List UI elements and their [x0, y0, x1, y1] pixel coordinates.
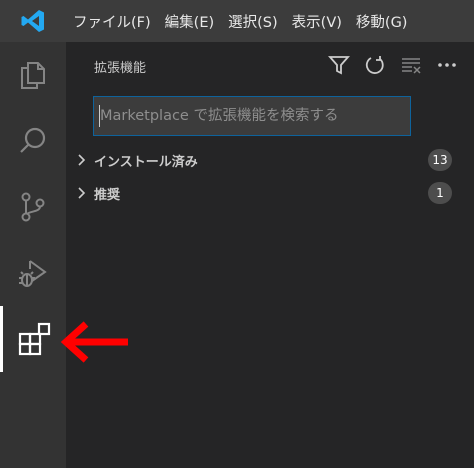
extensions-icon: [18, 322, 50, 356]
clear-results-button[interactable]: [398, 52, 424, 78]
menu-bar: ファイル(F) 編集(E) 選択(S) 表示(V) 移動(G): [66, 0, 414, 42]
activity-run-debug[interactable]: [0, 240, 66, 306]
search-icon: [20, 127, 46, 153]
filter-icon: [328, 56, 350, 75]
extensions-search-box: [93, 96, 411, 136]
vscode-logo-icon: [0, 0, 66, 42]
count-badge: 1: [428, 182, 452, 204]
refresh-button[interactable]: [362, 52, 388, 78]
menu-view[interactable]: 表示(V): [285, 0, 349, 42]
sidebar-title: 拡張機能: [94, 60, 147, 76]
run-debug-icon: [19, 260, 47, 287]
extensions-search-input[interactable]: [94, 97, 410, 135]
more-icon: [438, 63, 456, 67]
activity-bar: [0, 42, 66, 468]
section-label: 推奨: [94, 187, 121, 203]
menu-go[interactable]: 移動(G): [349, 0, 415, 42]
count-badge: 13: [428, 149, 452, 171]
arrow-left-icon: [60, 321, 128, 363]
text-cursor: [99, 105, 100, 127]
filter-button[interactable]: [326, 52, 352, 78]
source-control-icon: [21, 192, 45, 222]
more-actions-button[interactable]: [434, 52, 460, 78]
activity-extensions[interactable]: [0, 306, 66, 372]
menu-file[interactable]: ファイル(F): [66, 0, 158, 42]
menu-selection[interactable]: 選択(S): [221, 0, 285, 42]
chevron-right-icon: [75, 153, 89, 167]
explorer-icon: [21, 62, 45, 89]
sidebar-header: 拡張機能: [66, 42, 474, 90]
activity-search[interactable]: [0, 108, 66, 174]
activity-source-control[interactable]: [0, 174, 66, 240]
section-installed[interactable]: インストール済み 13: [66, 145, 474, 175]
extensions-sidebar: 拡張機能 Marketplace で拡張機能を検索する インストール済み 13 …: [66, 42, 474, 468]
chevron-right-icon: [75, 186, 89, 200]
refresh-icon: [365, 56, 384, 74]
section-label: インストール済み: [94, 154, 198, 170]
sidebar-actions: [326, 52, 460, 78]
activity-explorer[interactable]: [0, 42, 66, 108]
title-bar: ファイル(F) 編集(E) 選択(S) 表示(V) 移動(G): [0, 0, 474, 42]
clear-all-icon: [402, 58, 421, 74]
section-recommended[interactable]: 推奨 1: [66, 178, 474, 208]
menu-edit[interactable]: 編集(E): [158, 0, 221, 42]
